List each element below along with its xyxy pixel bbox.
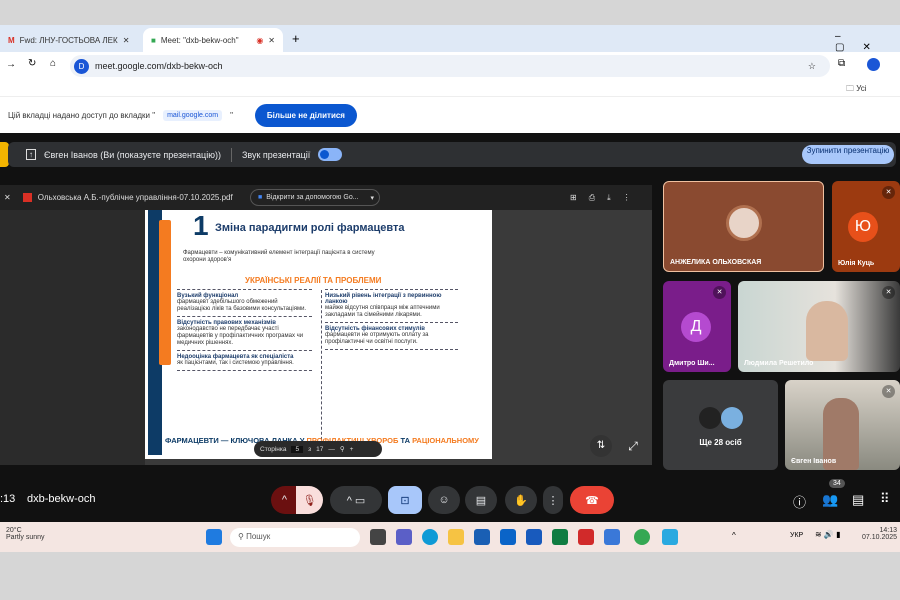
star-icon[interactable]: ☆: [808, 61, 816, 72]
captions-button[interactable]: ▤: [465, 486, 497, 514]
search-input[interactable]: ⚲ Пошук: [230, 528, 360, 547]
pdf-actions[interactable]: ⊞⎙⤓⋮: [570, 193, 643, 203]
language-indicator[interactable]: УКР: [790, 532, 803, 539]
mic-off-icon: ✕: [882, 385, 895, 398]
new-tab-button[interactable]: +: [292, 31, 300, 46]
meeting-code: dxb-bekw-och: [27, 493, 96, 505]
pdf-toolbar: ✕ Ольховська А.Б.-публічне управління-07…: [0, 185, 652, 210]
slide: 1 Зміна парадигми ролі фармацевта Фармац…: [145, 210, 492, 459]
gmail-icon: M: [8, 35, 15, 45]
chrome-icon[interactable]: [634, 529, 650, 545]
avatar: Ю: [848, 212, 878, 242]
audio-options-button[interactable]: ^: [271, 486, 298, 514]
acrobat-icon[interactable]: [578, 529, 594, 545]
tab-bar: M Fwd: ЛНУ-ГОСТЬОВА ЛЕК ✕ ■ Meet: "dxb-bekw…: [0, 25, 900, 53]
info-icon[interactable]: ⓘ: [793, 492, 806, 511]
teams-icon[interactable]: [396, 529, 412, 545]
stop-presenting-button[interactable]: Зупинити презентацію: [802, 145, 894, 164]
close-icon[interactable]: ✕: [4, 193, 11, 202]
url-input[interactable]: Dmeet.google.com/dxb-bekw-och ☆: [70, 55, 830, 77]
excel-icon[interactable]: [552, 529, 568, 545]
page-navigator: Сторінка 5 з 17 — ⚲ +: [254, 441, 382, 457]
present-icon: ↑: [26, 149, 36, 160]
slide-orange-bar: [159, 220, 171, 365]
camera-button[interactable]: ^ ▭: [330, 486, 382, 514]
more-participants-tile[interactable]: Ще 28 осіб: [663, 380, 778, 470]
outlook-icon[interactable]: [500, 529, 516, 545]
mic-off-icon: ✕: [713, 286, 726, 299]
clock[interactable]: 14:13 07.10.2025: [862, 527, 897, 541]
tray-chevron-icon[interactable]: ^: [732, 531, 736, 540]
recording-icon: ◉: [256, 35, 264, 45]
word-icon[interactable]: [526, 529, 542, 545]
chat-icon[interactable]: ▤: [852, 492, 864, 508]
share-info-bar: Цій вкладці надано доступ до вкладки " ma…: [0, 97, 900, 133]
chevron-down-icon[interactable]: ▾: [370, 194, 374, 202]
presenting-bar: ↑ Євген Іванов (Ви (показуєте презентаці…: [8, 142, 896, 167]
tab-meet[interactable]: ■ Meet: "dxb-bekw-och" ◉ ✕: [143, 28, 283, 52]
weather-widget[interactable]: 20°C Partly sunny: [6, 527, 45, 541]
presentation-audio-toggle[interactable]: [318, 148, 343, 161]
avatar: [726, 205, 762, 241]
meet-icon: ■: [151, 35, 156, 45]
chart-app-icon[interactable]: [604, 529, 620, 545]
profile-avatar[interactable]: [867, 58, 880, 71]
raise-hand-button[interactable]: ✋: [505, 486, 537, 514]
home-icon[interactable]: ⌂: [50, 58, 56, 69]
telegram-icon[interactable]: [662, 529, 678, 545]
mic-off-icon: ✕: [882, 186, 895, 199]
stop-sharing-button[interactable]: Більше не ділитися: [254, 103, 357, 127]
mic-toggle-button[interactable]: 🎙: [296, 486, 323, 514]
self-video[interactable]: ✕ Євген Іванов: [785, 380, 900, 470]
participant-count-badge: 34: [829, 479, 845, 488]
window-controls[interactable]: –▢✕: [835, 31, 900, 53]
end-call-button[interactable]: ☎: [570, 486, 614, 514]
zoom-out-button[interactable]: —: [328, 446, 335, 453]
meeting-time: :13: [0, 493, 16, 505]
avatar: Д: [681, 312, 711, 342]
present-button[interactable]: ⊡: [388, 486, 422, 514]
reactions-button[interactable]: ☺: [428, 486, 460, 514]
pdf-icon: [22, 193, 32, 202]
participant-tile[interactable]: ✕ Д Дмитро Ши...: [663, 281, 731, 372]
background-page: [0, 210, 145, 465]
extensions-icon[interactable]: ⧉: [838, 58, 845, 69]
close-icon[interactable]: ✕: [123, 36, 130, 45]
slide-right-column: Низький рівень інтеграції з первинною ла…: [325, 286, 458, 353]
more-options-button[interactable]: ⋮: [543, 486, 563, 514]
store-icon[interactable]: [474, 529, 490, 545]
participant-video[interactable]: ✕ Людмила Решетило: [738, 281, 900, 372]
forward-icon[interactable]: →: [6, 59, 16, 70]
taskbar: 20°C Partly sunny ⚲ Пошук ^ УКР ≋ 🔊 ▮ 14:…: [0, 522, 900, 552]
zoom-icon[interactable]: ⚲: [340, 445, 345, 453]
reload-icon[interactable]: ↻: [28, 58, 36, 69]
participant-tile[interactable]: АНЖЕЛИКА ОЛЬХОВСКАЯ: [663, 181, 824, 272]
explorer-icon[interactable]: [448, 529, 464, 545]
mic-off-icon: ✕: [882, 286, 895, 299]
zoom-in-button[interactable]: +: [350, 446, 354, 453]
edge-icon[interactable]: [422, 529, 438, 545]
apps-icon[interactable]: ⠿: [880, 491, 890, 507]
meet-area: ↑ Євген Іванов (Ви (показуєте презентаці…: [0, 133, 900, 522]
open-with-button[interactable]: ■ Відкрити за допомогою Go... ▾: [250, 189, 380, 206]
address-bar: → ↻ ⌂ Dmeet.google.com/dxb-bekw-och ☆ ⧉: [0, 52, 900, 80]
network-volume-icon[interactable]: ≋ 🔊 ▮: [815, 530, 841, 539]
slide-left-column: Вузький функціонал фармацевт здебільшого …: [177, 286, 312, 374]
swap-icon[interactable]: ⇅: [590, 435, 612, 457]
fullscreen-icon[interactable]: ⤢: [622, 435, 644, 457]
close-icon[interactable]: ✕: [268, 36, 275, 45]
tab-gmail[interactable]: M Fwd: ЛНУ-ГОСТЬОВА ЛЕК ✕: [0, 28, 140, 52]
page-input[interactable]: 5: [291, 445, 304, 453]
pdf-viewer: ✕ Ольховська А.Б.-публічне управління-07…: [0, 185, 652, 465]
task-view-icon[interactable]: [370, 529, 386, 545]
bookmarks-bar: 🗀 Усі закладки: [0, 80, 900, 106]
people-icon[interactable]: 👥: [822, 492, 838, 508]
start-icon[interactable]: [206, 529, 222, 545]
participant-tile[interactable]: ✕ Ю Юлія Куць: [832, 181, 900, 272]
